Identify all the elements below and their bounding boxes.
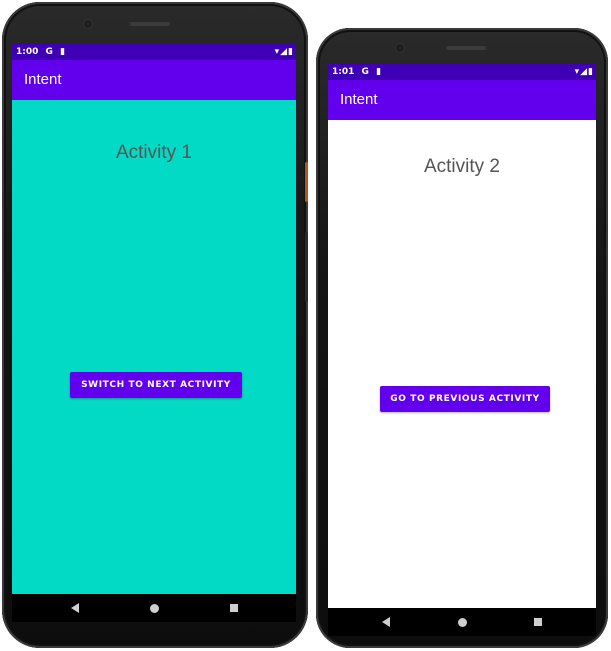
activity-content: Activity 2 GO TO PREVIOUS ACTIVITY (328, 120, 596, 608)
back-icon (382, 617, 390, 627)
status-time: 1:01 (332, 67, 355, 77)
front-camera-icon (84, 20, 92, 28)
screen: 1:00 G ▮ ▾◢▮ Intent Activity 1 SWITCH TO… (12, 44, 296, 622)
app-bar: Intent (12, 60, 296, 100)
signal-battery-icon: ▾◢▮ (274, 47, 294, 57)
activity-content: Activity 1 SWITCH TO NEXT ACTIVITY (12, 100, 296, 594)
volume-key (305, 232, 308, 302)
signal-battery-icon: ▾◢▮ (574, 67, 594, 77)
sd-card-icon: ▮ (376, 67, 382, 77)
screen: 1:01 G ▮ ▾◢▮ Intent Activity 2 GO TO PRE… (328, 64, 596, 636)
status-left: 1:00 G ▮ (16, 44, 69, 60)
back-button[interactable] (371, 608, 401, 636)
status-time: 1:00 (16, 47, 39, 57)
google-icon: G (361, 67, 369, 77)
front-camera-icon (396, 44, 404, 52)
recents-button[interactable] (523, 608, 553, 636)
status-left: 1:01 G ▮ (332, 64, 385, 80)
go-to-previous-activity-button[interactable]: GO TO PREVIOUS ACTIVITY (380, 386, 550, 412)
activity-title: Activity 1 (115, 142, 193, 163)
home-icon (457, 617, 467, 627)
status-bar: 1:01 G ▮ ▾◢▮ (328, 64, 596, 80)
back-icon (71, 603, 79, 613)
status-bar: 1:00 G ▮ ▾◢▮ (12, 44, 296, 60)
app-bar-title: Intent (340, 91, 378, 108)
earpiece-speaker (130, 22, 170, 26)
navigation-bar (12, 594, 296, 622)
power-key (305, 162, 308, 202)
navigation-bar (328, 608, 596, 636)
home-button[interactable] (139, 594, 169, 622)
phone-frame-activity-2: 1:01 G ▮ ▾◢▮ Intent Activity 2 GO TO PRE… (316, 28, 608, 648)
back-button[interactable] (60, 594, 90, 622)
earpiece-speaker (446, 46, 486, 50)
phone-frame-activity-1: 1:00 G ▮ ▾◢▮ Intent Activity 1 SWITCH TO… (2, 2, 308, 648)
app-bar-title: Intent (24, 71, 62, 88)
home-button[interactable] (447, 608, 477, 636)
recents-icon (534, 618, 542, 626)
google-icon: G (45, 47, 53, 57)
recents-icon (230, 604, 238, 612)
activity-title: Activity 2 (423, 156, 501, 177)
switch-to-next-activity-button[interactable]: SWITCH TO NEXT ACTIVITY (70, 372, 242, 398)
app-bar: Intent (328, 80, 596, 120)
recents-button[interactable] (219, 594, 249, 622)
sd-card-icon: ▮ (60, 47, 66, 57)
home-icon (149, 603, 159, 613)
